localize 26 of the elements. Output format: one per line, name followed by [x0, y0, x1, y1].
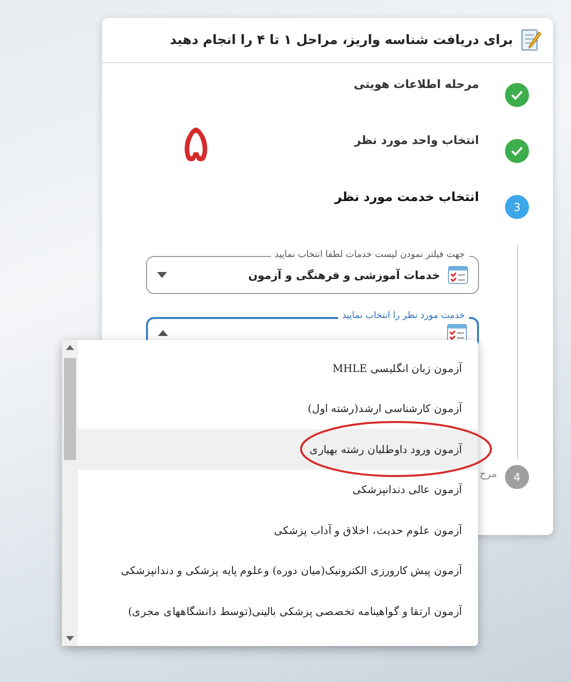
step-number: 3	[505, 195, 529, 219]
scrollbar[interactable]	[62, 340, 78, 646]
dropdown-option[interactable]: آزمون عالی دندانپزشکی	[78, 470, 478, 510]
checklist-icon	[448, 266, 468, 284]
dropdown-option[interactable]: آزمون ورود داوطلبان رشته بهیاری	[78, 429, 478, 470]
dropdown-option[interactable]: آزمون علوم حدیث، اخلاق و آداب پزشکی	[78, 510, 478, 550]
field-label: جهت فیلتر نمودن لیست خدمات لطفا انتخاب نمایید	[270, 249, 469, 261]
field-value: خدمات آموزشی و فرهنگی و آزمون	[247, 268, 440, 282]
scrollbar-thumb[interactable]	[64, 358, 76, 460]
card-title: برای دریافت شناسه واریز، مراحل ۱ تا ۴ را انجام دهید	[170, 32, 513, 48]
step-label: مرح	[480, 469, 497, 480]
caret-icon	[157, 272, 167, 278]
step-label: انتخاب واحد مورد نظر	[354, 133, 479, 147]
dropdown-option[interactable]: آزمون زبان انگلیسی MHLE	[78, 348, 478, 388]
step-number: 4	[505, 465, 529, 489]
dropdown-option[interactable]: آزمون ارتقا و گواهینامه تخصصی پزشکی بالینی(توسط دانشگاههای مجری)	[78, 591, 478, 632]
caret-icon	[158, 330, 168, 336]
scroll-down-icon[interactable]	[66, 636, 74, 641]
scroll-up-icon[interactable]	[66, 345, 74, 350]
field-label: خدمت مورد نظر را انتخاب نمایید	[338, 310, 469, 322]
notepad-pencil-icon	[519, 28, 543, 52]
handwritten-annotation: ۵	[182, 118, 210, 170]
step-label: مرحله اطلاعات هویتی	[354, 77, 479, 91]
dropdown-option[interactable]: آزمون کارشناسی ارشد(رشته اول)	[78, 388, 478, 429]
step-label: انتخاب خدمت مورد نظر	[334, 189, 479, 204]
dropdown-option[interactable]: آزمون پیش کارورزی الکترونیک(میان دوره) وعلوم پایه پزشکی و دندانپزشکی	[78, 550, 478, 591]
